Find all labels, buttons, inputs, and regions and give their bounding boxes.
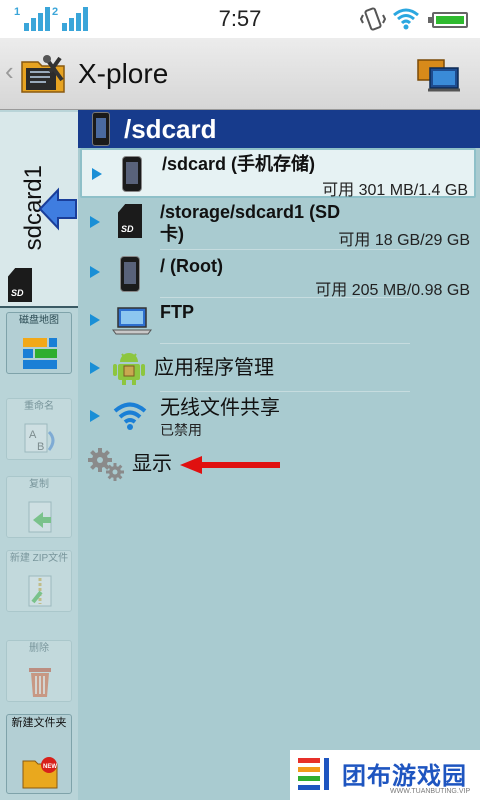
app-logo-icon[interactable] — [20, 50, 68, 98]
rename-button[interactable]: 重命名 AB — [6, 398, 72, 460]
expand-triangle-icon[interactable] — [90, 266, 100, 278]
new-zip-icon — [28, 575, 52, 607]
phone-icon — [120, 256, 140, 292]
watermark-logo-icon — [298, 758, 329, 790]
delete-label: 删除 — [29, 643, 49, 654]
list-item-wifi-sharing[interactable]: 无线文件共享 已禁用 — [80, 394, 476, 442]
item-title: /storage/sdcard1 (SD — [160, 202, 341, 222]
expand-triangle-icon[interactable] — [90, 216, 100, 228]
wifi-status-icon — [393, 8, 419, 30]
signal-icon-sim2: 2 — [52, 6, 88, 31]
svg-text:NEW: NEW — [43, 764, 57, 770]
disk-map-icon — [23, 338, 57, 369]
svg-text:B: B — [37, 441, 44, 453]
item-title-line2: 卡) — [160, 224, 184, 244]
back-chevron-icon[interactable]: ‹ — [5, 58, 14, 84]
sd-card-icon: SD — [118, 204, 142, 238]
sim2-label: 2 — [52, 6, 59, 18]
item-title: 显示 — [132, 453, 172, 475]
item-title: /sdcard (手机存储) — [162, 154, 316, 174]
delete-button[interactable]: 删除 — [6, 640, 72, 702]
separator — [160, 391, 410, 392]
expand-triangle-icon[interactable] — [92, 168, 102, 180]
list-item-sdcard[interactable]: /sdcard (手机存储) 可用 301 MB/1.4 GB — [80, 148, 476, 199]
laptop-icon — [112, 307, 152, 335]
current-path: /sdcard — [124, 114, 217, 144]
watermark-text: 团布游戏园 — [342, 763, 467, 790]
sd-card-icon: SD — [8, 268, 32, 302]
battery-icon — [428, 12, 468, 28]
copy-icon — [28, 501, 52, 533]
expand-triangle-icon[interactable] — [90, 362, 100, 374]
trash-icon — [29, 668, 51, 697]
arrow-left-icon — [38, 187, 77, 231]
sim1-label: 1 — [14, 6, 21, 18]
item-title: 应用程序管理 — [154, 357, 274, 379]
list-item-ftp[interactable]: FTP — [80, 298, 476, 344]
clock: 7:57 — [218, 6, 262, 31]
watermark: 团布游戏园 WWW.TUANBUTING.VIP — [290, 750, 480, 800]
item-title: 无线文件共享 — [160, 397, 280, 419]
copy-label: 复制 — [29, 479, 49, 490]
expand-triangle-icon[interactable] — [90, 410, 100, 422]
signal-icon-sim1: 1 — [14, 6, 50, 31]
wifi-icon — [113, 402, 147, 430]
new-folder-label: 新建文件夹 — [11, 717, 67, 729]
svg-text:A: A — [29, 429, 37, 441]
rename-icon: AB — [24, 423, 55, 453]
new-zip-label: 新建 ZIP文件 — [9, 553, 69, 564]
title-bar: ‹ X-plore — [0, 38, 480, 110]
path-header[interactable]: /sdcard — [78, 110, 480, 148]
new-folder-button[interactable]: 新建文件夹 NEW — [6, 714, 72, 794]
new-zip-button[interactable]: 新建 ZIP文件 — [6, 550, 72, 612]
rename-label: 重命名 — [24, 401, 54, 412]
copy-button[interactable]: 复制 — [6, 476, 72, 538]
separator — [160, 249, 410, 250]
expand-triangle-icon[interactable] — [90, 314, 100, 326]
app-title: X-plore — [78, 58, 169, 89]
phone-icon — [122, 156, 142, 192]
vibrate-icon — [360, 7, 386, 31]
android-icon — [113, 353, 145, 385]
item-title: FTP — [160, 302, 194, 322]
list-item-storage-sdcard1[interactable]: SD /storage/sdcard1 (SD 卡) 可用 18 GB/29 G… — [80, 198, 476, 250]
list-item-root[interactable]: / (Root) 可用 205 MB/0.98 GB — [80, 252, 476, 299]
disk-map-button[interactable]: 磁盘地图 — [6, 312, 72, 374]
annotation-arrow-icon — [180, 456, 280, 474]
item-title: / (Root) — [160, 256, 223, 276]
separator — [160, 343, 410, 344]
gears-icon — [88, 448, 124, 481]
item-storage-info: 可用 301 MB/1.4 GB — [322, 182, 468, 199]
new-folder-icon: NEW — [22, 757, 58, 789]
item-storage-info: 可用 18 GB/29 GB — [338, 232, 470, 249]
item-subtitle: 已禁用 — [160, 422, 202, 438]
device-switch-icon[interactable] — [416, 56, 460, 94]
watermark-url: WWW.TUANBUTING.VIP — [390, 788, 471, 795]
list-item-app-manager[interactable]: 应用程序管理 — [80, 346, 476, 392]
status-bar: 1 2 7:57 — [0, 0, 480, 38]
disk-map-label: 磁盘地图 — [19, 315, 59, 326]
phone-icon — [92, 112, 110, 146]
